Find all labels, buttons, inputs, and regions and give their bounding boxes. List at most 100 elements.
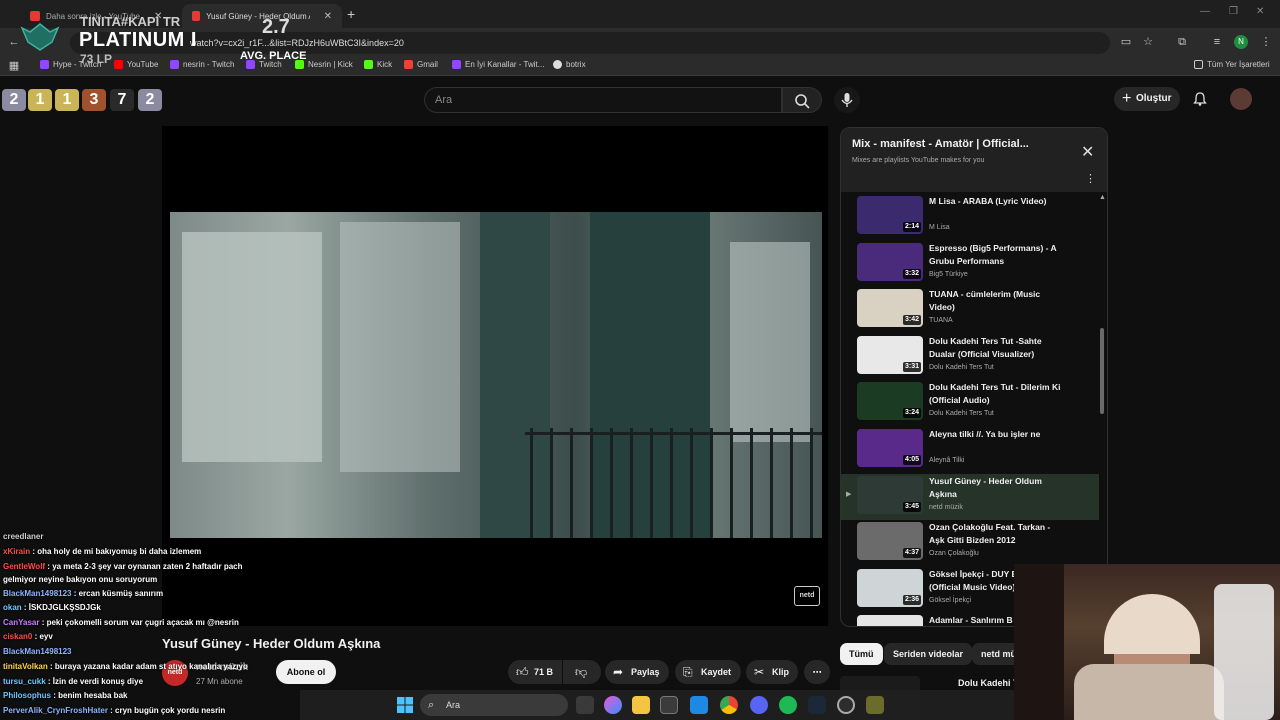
playlist-thumbnail: 2:36	[857, 568, 923, 607]
playlist-item[interactable]: 3:42 TUANA - cümlelerim (Music Video) TUAN…	[841, 287, 1099, 333]
bookmark-item[interactable]: En İyi Kanallar - Twit...	[452, 60, 544, 69]
chat-message: gelmiyor neyine bakıyon onu soruyorum	[3, 575, 157, 584]
twitch-icon	[40, 60, 49, 69]
chat-text: gelmiyor neyine bakıyon onu soruyorum	[3, 575, 158, 584]
chat-text: cryn bugün çok yordu nesrin	[115, 706, 226, 715]
steam-icon[interactable]	[808, 696, 826, 714]
close-window-icon[interactable]: ✕	[1256, 6, 1264, 17]
playlist-thumbnail: 4:37	[857, 522, 923, 561]
close-tab-icon[interactable]: ✕	[324, 11, 332, 22]
playlist-item[interactable]: 4:37 Ozan Çolakoğlu Feat. Tarkan - Aşk Gi…	[841, 520, 1099, 566]
cast-icon[interactable]: ▭	[1120, 36, 1132, 48]
like-button[interactable]: 👍︎ 71 B	[508, 660, 562, 684]
duration-badge: 3:32	[902, 268, 921, 279]
playlist-item-channel: Dolu Kadehi Ters Tut	[929, 363, 994, 371]
url-input[interactable]: watch?v=cx2i_r1F...&list=RDJzH6uWBtC3I&i…	[70, 32, 1110, 54]
chat-message: CanYasar : peki çokomelli sorum var çugr…	[3, 618, 239, 627]
chip-all[interactable]: Tümü	[840, 643, 883, 665]
playlist-item-channel: TUANA	[929, 317, 953, 325]
playlist-item[interactable]: ▶ 3:45 Yusuf Güney - Heder Oldum Aşkına net…	[841, 473, 1099, 520]
reading-list-icon[interactable]: ≡	[1211, 36, 1223, 48]
apps-grid-icon[interactable]: ▦	[8, 60, 20, 72]
maximize-icon[interactable]: ❐	[1229, 6, 1238, 17]
voice-search-button[interactable]	[834, 87, 860, 113]
microphone-icon	[841, 93, 853, 107]
bookmark-item[interactable]: Kick	[364, 60, 392, 69]
playlist-subtitle: Mixes are playlists YouTube makes for yo…	[852, 157, 985, 164]
mail-icon[interactable]	[690, 696, 708, 714]
app-icon[interactable]	[866, 696, 884, 714]
chat-message: BlackMan1498123	[3, 647, 72, 656]
playlist-item-title: Ozan Çolakoğlu Feat. Tarkan - Aşk Gitti …	[929, 522, 1051, 546]
task-view-icon[interactable]	[576, 696, 594, 714]
chip-series[interactable]: Seriden videolar	[884, 643, 973, 665]
more-actions-button[interactable]: ⋯	[804, 660, 830, 684]
now-playing-icon: ▶	[846, 490, 852, 498]
playlist-item[interactable]: 3:32 Espresso (Big5 Performans) - A Grubu…	[841, 241, 1099, 287]
playlist-item[interactable]: 3:24 Dolu Kadehi Ters Tut - Dilerim Ki (O…	[841, 380, 1099, 426]
playlist-item[interactable]: 2:14 M Lisa - ARABA (Lyric Video) M Lisa	[841, 194, 1099, 240]
webcam-feed	[1014, 564, 1280, 720]
chat-username: GentleWolf	[3, 562, 46, 571]
playlist-item[interactable]: 3:31 Dolu Kadehi Ters Tut -Sahte Dualar (…	[841, 334, 1099, 380]
chat-text: oha holy de mi bakıyomuş bi daha izlemem	[37, 547, 202, 556]
notifications-bell-icon[interactable]	[1192, 91, 1208, 107]
bookmark-item[interactable]: YouTube	[114, 60, 158, 69]
playlist-scrollbar[interactable]	[1100, 328, 1104, 414]
new-tab-button[interactable]: +	[347, 6, 355, 22]
account-avatar[interactable]	[1230, 88, 1252, 110]
minimize-icon[interactable]: —	[1200, 6, 1210, 17]
bookmark-item[interactable]: Gmail	[404, 60, 438, 69]
clip-button[interactable]: ✂ Klip	[746, 660, 798, 684]
playlist-thumbnail: 3:32	[857, 242, 923, 281]
chrome-icon[interactable]	[720, 696, 738, 714]
placement-badge: 1	[28, 89, 52, 111]
playlist-thumbnail	[857, 615, 923, 626]
overlay-avg-place-value: 2.7	[262, 16, 290, 38]
browser-menu-icon[interactable]: ⋮	[1260, 36, 1272, 48]
twitch-icon	[452, 60, 461, 69]
playlist-thumbnail: 2:14	[857, 196, 923, 234]
share-button[interactable]: ➦ Paylaş	[605, 660, 669, 684]
bookmark-star-icon[interactable]: ☆	[1142, 36, 1154, 48]
back-icon[interactable]: ←	[8, 36, 20, 48]
bookmark-item[interactable]: nesrin - Twitch	[170, 60, 234, 69]
windows-start-icon[interactable]	[396, 696, 414, 714]
dislike-button[interactable]: 👎︎	[563, 660, 601, 684]
extensions-icon[interactable]: ⧉	[1176, 36, 1188, 48]
overlay-avg-place-label: AVG. PLACE	[240, 50, 307, 62]
playlist-menu-icon[interactable]: ⋮	[1085, 172, 1096, 185]
taskbar-search-input[interactable]: ⌕ Ara	[420, 694, 568, 716]
playlist-item-title: Yusuf Güney - Heder Oldum Aşkına	[929, 475, 1042, 499]
chat-text: İzin de verdi konuş diye	[52, 677, 144, 686]
profile-avatar[interactable]: N	[1234, 35, 1248, 49]
chat-username: tursu_cukk	[3, 677, 46, 686]
spotify-icon[interactable]	[779, 696, 797, 714]
all-bookmarks-folder[interactable]: Tüm Yer İşaretleri	[1194, 60, 1270, 69]
placement-badge: 2	[138, 89, 162, 111]
playlist-item[interactable]: 4:05 Aleyna tilki //. Ya bu işler ne Aleyn…	[841, 427, 1099, 473]
chat-message: tursu_cukk : İzin de verdi konuş diye	[3, 677, 144, 686]
bookmark-item[interactable]: botrix	[553, 60, 586, 69]
store-icon[interactable]	[660, 696, 678, 714]
tab-label: Yusuf Güney - Heder Oldum Aşkına	[206, 11, 309, 21]
chat-username: okan	[3, 603, 22, 612]
playlist-thumbnail: 3:45	[857, 475, 923, 514]
obs-icon[interactable]	[837, 696, 855, 714]
playlist-item-channel: Aleynâ Tilki	[929, 457, 965, 464]
bookmarks-bar: ▦ Hype - Twitch YouTube nesrin - Twitch …	[0, 56, 1280, 76]
playlist-item-channel: netd müzik	[929, 503, 963, 511]
chat-username: creedlaner	[3, 532, 44, 541]
copilot-icon[interactable]	[604, 696, 622, 714]
chat-text: İSKDJGLKŞSDJGk	[28, 603, 101, 612]
create-button[interactable]: + Oluştur	[1114, 87, 1180, 111]
chat-username: CanYasar	[3, 618, 40, 627]
youtube-search-input[interactable]: Ara	[424, 87, 782, 113]
save-button[interactable]: ⎘ Kaydet	[675, 660, 741, 684]
close-playlist-icon[interactable]: ✕	[1081, 142, 1094, 162]
search-button[interactable]	[782, 87, 822, 113]
discord-icon[interactable]	[750, 696, 768, 714]
file-explorer-icon[interactable]	[632, 696, 650, 714]
overlay-lp: 73 LP	[80, 52, 113, 66]
scroll-up-icon[interactable]: ▲	[1099, 194, 1106, 201]
